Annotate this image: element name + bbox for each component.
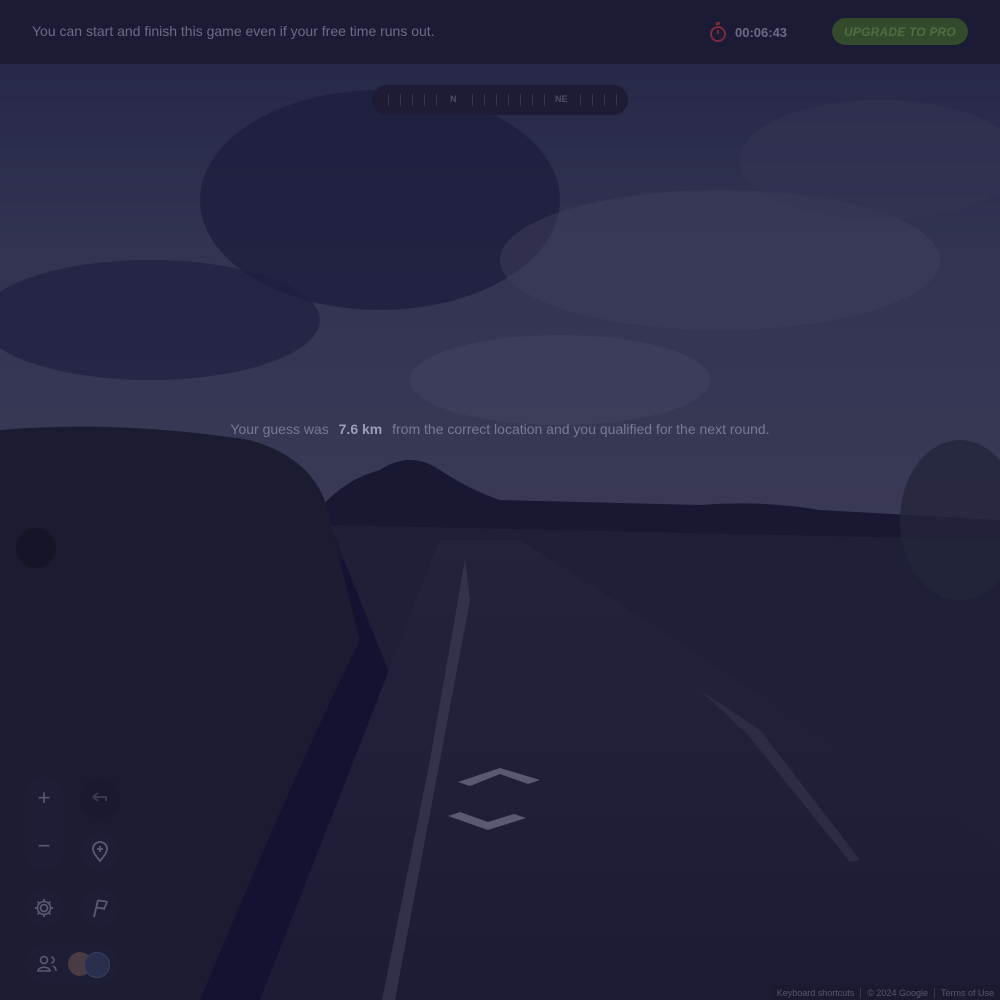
compass-northeast-label: NE — [555, 94, 568, 104]
player-avatar — [84, 952, 110, 978]
compass-tick — [520, 94, 521, 106]
compass-tick — [604, 94, 605, 106]
copyright-text: © 2024 Google — [867, 987, 928, 998]
undo-icon — [92, 792, 107, 802]
stopwatch-icon — [710, 22, 726, 42]
compass-tick — [508, 94, 509, 106]
compass-tick — [484, 94, 485, 106]
street-view-panorama[interactable] — [0, 0, 1000, 1000]
result-suffix: from the correct location and you qualif… — [392, 421, 770, 437]
banner-message: You can start and finish this game even … — [32, 23, 435, 39]
compass-tick — [496, 94, 497, 106]
compass: N NE — [372, 85, 628, 115]
result-prefix: Your guess was — [230, 421, 329, 437]
side-indicator — [16, 528, 56, 568]
compass-tick — [580, 94, 581, 106]
report-flag-button[interactable] — [80, 888, 120, 928]
terms-of-use-link[interactable]: Terms of Use — [935, 988, 1000, 998]
compass-tick — [532, 94, 533, 106]
players-panel[interactable] — [24, 944, 120, 984]
guess-distance: 7.6 km — [338, 421, 383, 437]
compass-tick — [544, 94, 545, 106]
compass-tick — [616, 94, 617, 106]
flag-icon — [93, 899, 109, 918]
zoom-out-button[interactable]: − — [24, 826, 64, 866]
compass-tick — [436, 94, 437, 106]
keyboard-shortcuts-link[interactable]: Keyboard shortcuts — [771, 988, 861, 998]
zoom-in-button[interactable]: + — [24, 778, 64, 818]
undo-button[interactable] — [80, 778, 120, 818]
zoom-controls: + − — [24, 776, 64, 871]
settings-button[interactable] — [24, 888, 64, 928]
compass-tick — [472, 94, 473, 106]
compass-tick — [592, 94, 593, 106]
people-icon — [37, 955, 57, 972]
game-timer: 00:06:43 — [708, 21, 787, 43]
free-time-banner: You can start and finish this game even … — [0, 0, 1000, 64]
round-result-message: Your guess was 7.6 km from the correct l… — [0, 421, 1000, 437]
compass-tick — [412, 94, 413, 106]
return-to-start-button[interactable] — [80, 832, 120, 872]
timer-value: 00:06:43 — [735, 24, 788, 40]
compass-tick — [388, 94, 389, 106]
map-footer: Keyboard shortcuts © 2024 Google Terms o… — [770, 985, 1000, 1000]
compass-tick — [424, 94, 425, 106]
compass-tick — [400, 94, 401, 106]
compass-north-label: N — [450, 94, 457, 104]
pin-plus-icon — [92, 841, 108, 863]
navigation-arrows[interactable] — [0, 0, 1000, 1000]
gear-icon — [35, 899, 53, 917]
upgrade-to-pro-button[interactable]: UPGRADE TO PRO — [832, 18, 968, 45]
